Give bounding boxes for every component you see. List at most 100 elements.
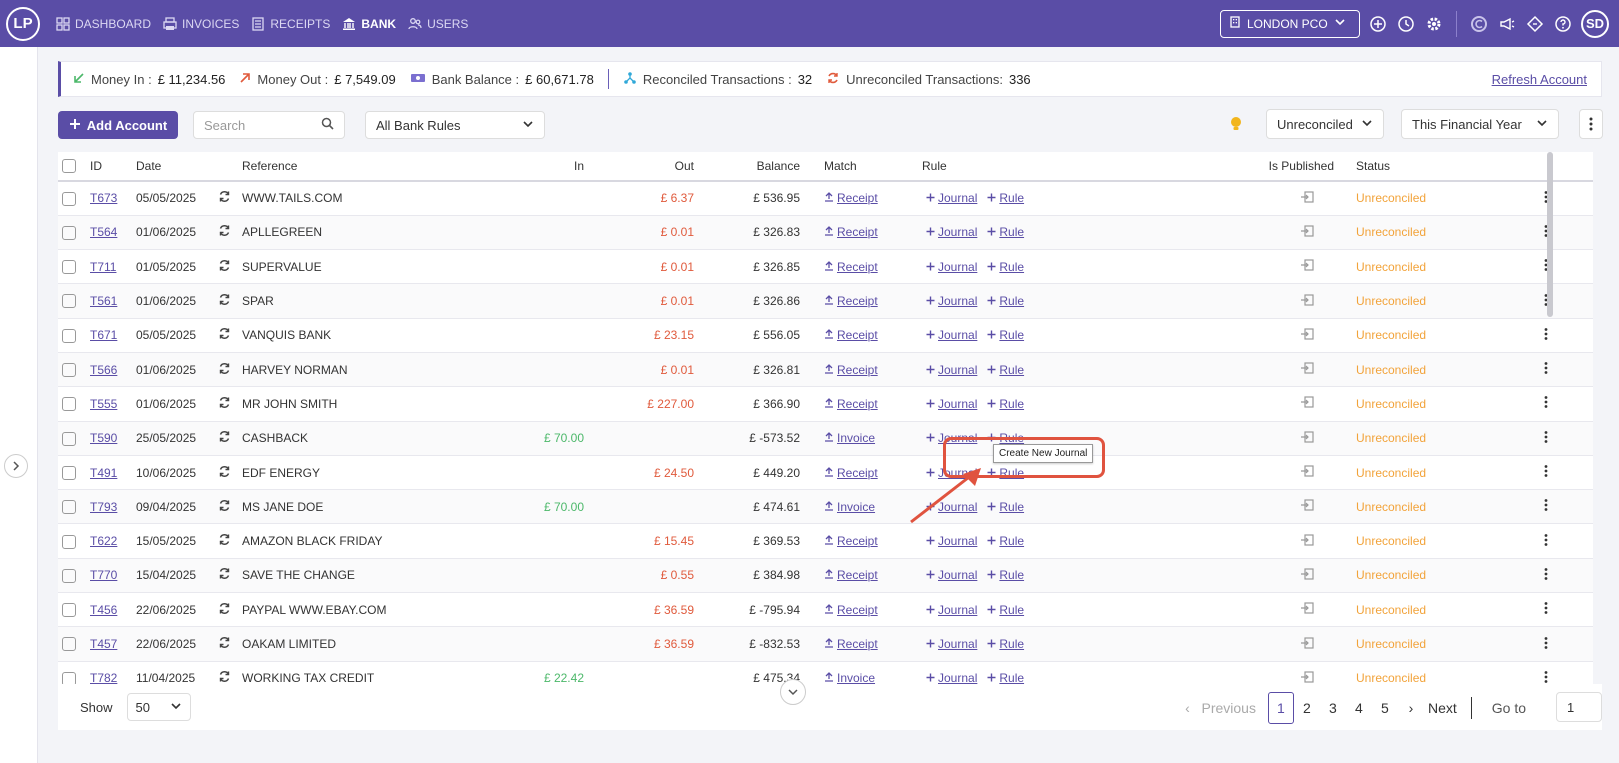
publish-icon[interactable] [1038,352,1338,388]
row-actions-button[interactable] [1424,318,1552,353]
publish-icon[interactable] [1038,386,1338,422]
sync-icon[interactable] [214,523,238,559]
create-rule-button[interactable]: Rule [987,225,1024,239]
transaction-id-link[interactable]: T590 [90,431,117,445]
gear-icon[interactable] [1424,14,1444,34]
col-header-in[interactable]: In [418,152,588,182]
refresh-account-link[interactable]: Refresh Account [1492,72,1587,87]
nav-item-bank[interactable]: BANK [340,17,398,31]
collapse-button[interactable] [780,679,806,705]
table-row[interactable]: T564 01/06/2025 APLLEGREEN £ 0.01 £ 326.83 Re… [58,215,1593,251]
transaction-id-link[interactable]: T491 [90,466,117,480]
add-circle-icon[interactable] [1368,14,1388,34]
col-header-balance[interactable]: Balance [698,152,804,182]
nav-item-dashboard[interactable]: DASHBOARD [54,17,153,31]
publish-icon[interactable] [1038,626,1338,662]
sync-icon[interactable] [214,318,238,353]
table-scrollbar[interactable] [1547,152,1553,317]
create-journal-button[interactable]: Journal [926,397,977,411]
row-actions-button[interactable] [1424,181,1552,216]
transaction-id-link[interactable]: T671 [90,328,117,342]
megaphone-icon[interactable] [1497,14,1517,34]
table-row[interactable]: T622 15/05/2025 AMAZON BLACK FRIDAY £ 15.45… [58,523,1593,559]
transaction-id-link[interactable]: T457 [90,637,117,651]
row-checkbox[interactable] [58,283,86,319]
table-row[interactable]: T673 05/05/2025 WWW.TAILS.COM £ 6.37 £ 536.9… [58,181,1593,216]
transaction-id-link[interactable]: T564 [90,225,117,239]
row-actions-button[interactable] [1424,592,1552,628]
sync-icon[interactable] [214,626,238,662]
create-rule-button[interactable]: Rule [987,191,1024,205]
create-journal-button[interactable]: Journal [926,225,977,239]
nav-item-users[interactable]: USERS [406,17,470,31]
sync-icon[interactable] [214,352,238,388]
status-filter[interactable]: Unreconciled [1266,109,1384,139]
row-actions-button[interactable] [1424,558,1552,594]
row-actions-button[interactable] [1424,215,1552,251]
row-actions-button[interactable] [1424,283,1552,319]
col-header-out[interactable]: Out [588,152,698,182]
row-checkbox[interactable] [58,352,86,388]
col-header-rule[interactable]: Rule [918,152,1038,182]
row-actions-button[interactable] [1424,455,1552,491]
col-header-id[interactable]: ID [86,152,132,182]
table-row[interactable]: T793 09/04/2025 MS JANE DOE £ 70.00 £ 474.61… [58,489,1593,525]
col-header-date[interactable]: Date [132,152,214,182]
publish-icon[interactable] [1038,215,1338,251]
next-arrow-icon[interactable]: › [1398,692,1424,724]
help-icon[interactable] [1553,14,1573,34]
user-avatar[interactable]: SD [1581,9,1609,38]
transaction-id-link[interactable]: T793 [90,500,117,514]
match-link[interactable]: Receipt [837,603,878,617]
create-rule-button[interactable]: Rule [987,534,1024,548]
publish-icon[interactable] [1038,318,1338,353]
row-checkbox[interactable] [58,558,86,594]
create-rule-button[interactable]: Rule [987,603,1024,617]
table-row[interactable]: T491 10/06/2025 EDF ENERGY £ 24.50 £ 449.20 R… [58,455,1593,491]
row-actions-button[interactable] [1424,626,1552,662]
match-link[interactable]: Receipt [837,363,878,377]
col-header-is-published[interactable]: Is Published [1038,152,1338,182]
row-checkbox[interactable] [58,181,86,216]
table-row[interactable]: T711 01/05/2025 SUPERVALUE £ 0.01 £ 326.85 Re… [58,249,1593,285]
match-link[interactable]: Invoice [837,500,875,514]
match-link[interactable]: Receipt [837,466,878,480]
create-journal-button[interactable]: Journal [926,637,977,651]
row-checkbox[interactable] [58,421,86,456]
create-rule-button[interactable]: Rule [987,294,1024,308]
table-row[interactable]: T457 22/06/2025 OAKAM LIMITED £ 36.59 £ -832… [58,626,1593,662]
transaction-id-link[interactable]: T555 [90,397,117,411]
page-3-button[interactable]: 3 [1320,692,1346,724]
create-journal-button[interactable]: Journal [926,328,977,342]
create-rule-button[interactable]: Rule [987,328,1024,342]
page-2-button[interactable]: 2 [1294,692,1320,724]
transaction-id-link[interactable]: T622 [90,534,117,548]
row-actions-button[interactable] [1424,386,1552,422]
create-journal-button[interactable]: Journal [926,191,977,205]
col-header-reference[interactable]: Reference [238,152,418,182]
row-checkbox[interactable] [58,318,86,353]
sync-icon[interactable] [214,386,238,422]
history-icon[interactable] [1396,14,1416,34]
match-link[interactable]: Receipt [837,225,878,239]
brand-c-icon[interactable] [1469,14,1489,34]
row-actions-button[interactable] [1424,249,1552,285]
row-checkbox[interactable] [58,249,86,285]
match-link[interactable]: Receipt [837,328,878,342]
row-checkbox[interactable] [58,489,86,525]
sync-icon[interactable] [214,592,238,628]
sync-icon[interactable] [214,558,238,594]
create-journal-button[interactable]: Journal [926,603,977,617]
create-rule-button[interactable]: Rule [987,260,1024,274]
publish-icon[interactable] [1038,249,1338,285]
nav-item-receipts[interactable]: RECEIPTS [249,17,332,31]
row-checkbox[interactable] [58,215,86,251]
sync-icon[interactable] [214,421,238,456]
expand-sidebar-button[interactable] [4,454,28,478]
sync-icon[interactable] [214,489,238,525]
create-rule-button[interactable]: Rule [987,568,1024,582]
transaction-id-link[interactable]: T711 [90,260,116,274]
more-options-button[interactable] [1579,109,1603,139]
transaction-id-link[interactable]: T770 [90,568,117,582]
table-row[interactable]: T561 01/06/2025 SPAR £ 0.01 £ 326.86 Receipt J… [58,283,1593,319]
